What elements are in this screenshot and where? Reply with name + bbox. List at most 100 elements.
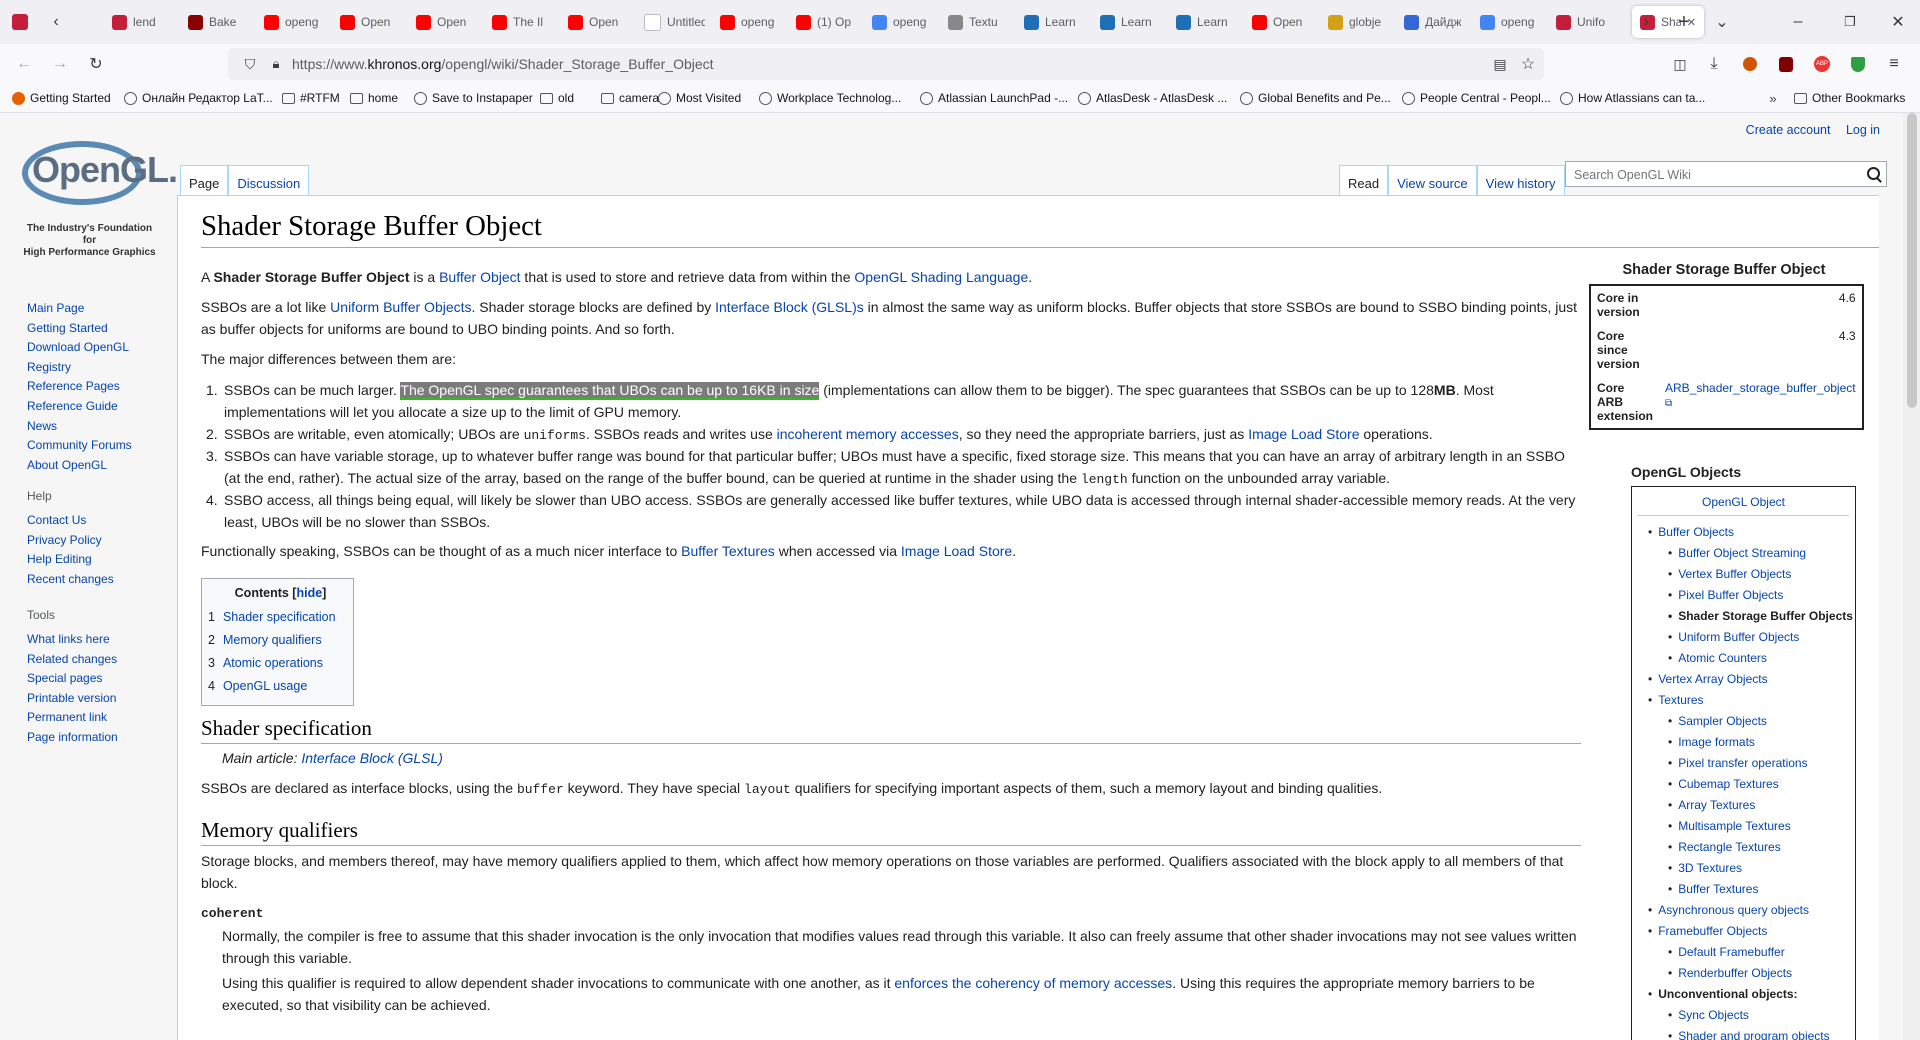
navbox-item[interactable]: Vertex Buffer Objects (1638, 564, 1849, 585)
bookmark-item[interactable]: AtlasDesk - AtlasDesk ... (1078, 91, 1227, 105)
buffer-textures-link[interactable]: Buffer Textures (681, 543, 775, 559)
tab[interactable]: Untitled - (644, 6, 710, 38)
navbox-item-label[interactable]: Framebuffer Objects (1658, 924, 1767, 938)
tab[interactable]: Open (568, 6, 634, 38)
bookmark-item[interactable]: Save to Instapaper (414, 91, 533, 105)
navbox-item[interactable]: Pixel Buffer Objects (1638, 585, 1849, 606)
ubo-link[interactable]: Uniform Buffer Objects (330, 299, 471, 315)
tab[interactable]: Learn (1024, 6, 1090, 38)
sidebar-item-page-information[interactable]: Page information (27, 728, 118, 748)
sidebar-item-community-forums[interactable]: Community Forums (27, 436, 132, 456)
forward-icon[interactable]: → (48, 52, 72, 76)
toc-item[interactable]: 3 Atomic operations (208, 652, 353, 675)
navbox-item-label[interactable]: Vertex Buffer Objects (1678, 567, 1791, 581)
navbox-item-label[interactable]: Pixel transfer operations (1678, 756, 1807, 770)
navbox-item-label[interactable]: 3D Textures (1678, 861, 1742, 875)
navbox-item-label[interactable]: Asynchronous query objects (1658, 903, 1809, 917)
ublock-icon[interactable] (1774, 52, 1798, 76)
search-icon[interactable] (1867, 167, 1880, 180)
extension-icon[interactable] (1738, 52, 1762, 76)
vertical-scrollbar[interactable] (1903, 113, 1920, 1040)
sidebar-item-contact-us[interactable]: Contact Us (27, 511, 114, 531)
bookmark-item[interactable]: old (540, 91, 574, 105)
firefox-view-icon[interactable] (8, 10, 32, 34)
create-account-link[interactable]: Create account (1746, 123, 1831, 137)
image-load-store-link-2[interactable]: Image Load Store (901, 543, 1012, 559)
lock-icon[interactable]: 🔒︎ (266, 54, 286, 74)
toc-item[interactable]: 1 Shader specification (208, 606, 353, 629)
navbox-item[interactable]: Default Framebuffer (1638, 942, 1849, 963)
bookmark-item[interactable]: Workplace Technolog... (759, 91, 901, 105)
navbox-item[interactable]: Buffer Object Streaming (1638, 543, 1849, 564)
sidebar-item-permanent-link[interactable]: Permanent link (27, 708, 118, 728)
navbox-item-label[interactable]: Atomic Counters (1678, 651, 1767, 665)
bookmark-item[interactable]: How Atlassians can ta... (1560, 91, 1705, 105)
adblock-icon[interactable]: ABP (1810, 52, 1834, 76)
infobox-value-link[interactable]: ARB_shader_storage_buffer_object ⧉ (1659, 376, 1863, 429)
tab[interactable]: Open (416, 6, 482, 38)
back-icon[interactable]: ← (12, 52, 36, 76)
navbox-item[interactable]: Pixel transfer operations (1638, 753, 1849, 774)
opengl-logo[interactable]: OpenGL. The Industry's Foundation for Hig… (22, 141, 178, 259)
sidebar-item-reference-guide[interactable]: Reference Guide (27, 397, 132, 417)
sidebar-item-related-changes[interactable]: Related changes (27, 650, 118, 670)
bookmark-item[interactable]: Global Benefits and Pe... (1240, 91, 1391, 105)
navbox-item[interactable]: Image formats (1638, 732, 1849, 753)
tab-scroll-right-icon[interactable]: › (1636, 12, 1656, 32)
navbox-item[interactable]: 3D Textures (1638, 858, 1849, 879)
navbox-item-label[interactable]: Pixel Buffer Objects (1678, 588, 1783, 602)
navbox-item[interactable]: Textures (1638, 690, 1849, 711)
navbox-item-label[interactable]: Cubemap Textures (1678, 777, 1779, 791)
navbox-item[interactable]: Multisample Textures (1638, 816, 1849, 837)
toc-link[interactable]: Atomic operations (223, 656, 323, 670)
buffer-object-link[interactable]: Buffer Object (439, 269, 520, 285)
navbox-item-label[interactable]: Sampler Objects (1678, 714, 1767, 728)
navbox-item-label[interactable]: Image formats (1678, 735, 1755, 749)
bookmark-item[interactable]: home (350, 91, 398, 105)
navbox-item[interactable]: Uniform Buffer Objects (1638, 627, 1849, 648)
close-window-icon[interactable]: ✕ (1886, 10, 1910, 34)
sidebar-item-help-editing[interactable]: Help Editing (27, 550, 114, 570)
navbox-item-label[interactable]: Shader and program objects (1678, 1029, 1829, 1040)
navbox-item-label[interactable]: Buffer Object Streaming (1678, 546, 1806, 560)
sidebar-item-reference-pages[interactable]: Reference Pages (27, 377, 132, 397)
navbox-item-label[interactable]: Renderbuffer Objects (1678, 966, 1792, 980)
bookmark-item[interactable]: Other Bookmarks (1794, 91, 1905, 105)
tab[interactable]: openg (264, 6, 330, 38)
tab[interactable]: The Il (492, 6, 558, 38)
menu-icon[interactable]: ≡ (1882, 52, 1906, 76)
sidebar-item-main-page[interactable]: Main Page (27, 299, 132, 319)
navbox-item-label[interactable]: Uniform Buffer Objects (1678, 630, 1799, 644)
navbox-item[interactable]: Buffer Textures (1638, 879, 1849, 900)
reload-icon[interactable]: ↻ (84, 52, 108, 76)
sidebar-item-getting-started[interactable]: Getting Started (27, 319, 132, 339)
tab[interactable]: Дайдж (1404, 6, 1470, 38)
navbox-item[interactable]: Sampler Objects (1638, 711, 1849, 732)
tab[interactable]: Learn (1176, 6, 1242, 38)
toc-link[interactable]: Memory qualifiers (223, 633, 322, 647)
sidebar-item-special-pages[interactable]: Special pages (27, 669, 118, 689)
more-bookmarks-icon[interactable]: » (1764, 89, 1782, 107)
tab[interactable]: Open (1252, 6, 1318, 38)
tab[interactable]: globje (1328, 6, 1394, 38)
incoherent-memory-link[interactable]: incoherent memory accesses (777, 426, 959, 442)
bookmark-item[interactable]: Онлайн Редактор LaT... (124, 91, 273, 105)
toc-item[interactable]: 4 OpenGL usage (208, 675, 353, 698)
bookmark-item[interactable]: Getting Started (12, 91, 111, 105)
navbox-item-label[interactable]: Default Framebuffer (1678, 945, 1785, 959)
reader-view-icon[interactable]: ▤ (1490, 54, 1510, 74)
address-bar[interactable]: ⛉ 🔒︎ https://www.khronos.org/opengl/wiki… (228, 48, 1544, 80)
sidebar-item-privacy-policy[interactable]: Privacy Policy (27, 531, 114, 551)
tab[interactable]: Open (340, 6, 406, 38)
sidebar-item-what-links-here[interactable]: What links here (27, 630, 118, 650)
glsl-link[interactable]: OpenGL Shading Language (854, 269, 1028, 285)
highlighted-text[interactable]: The OpenGL spec guarantees that UBOs can… (400, 382, 820, 400)
bookmark-star-icon[interactable]: ☆ (1518, 54, 1538, 74)
new-tab-icon[interactable]: + (1672, 10, 1696, 34)
navbox-item[interactable]: Vertex Array Objects (1638, 669, 1849, 690)
tab[interactable]: openg (872, 6, 938, 38)
navbox-item-label[interactable]: Multisample Textures (1678, 819, 1791, 833)
coherency-link[interactable]: enforces the coherency of memory accesse… (894, 975, 1172, 991)
interface-block-link[interactable]: Interface Block (GLSL)s (715, 299, 864, 315)
bookmark-item[interactable]: Atlassian LaunchPad -... (920, 91, 1068, 105)
